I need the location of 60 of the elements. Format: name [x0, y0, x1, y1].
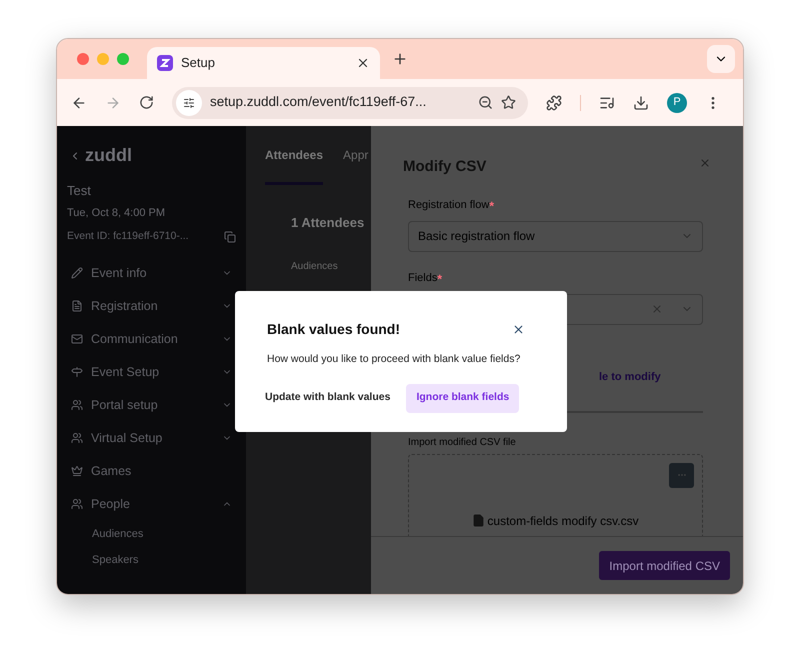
select-value: Basic registration flow — [418, 228, 536, 245]
site-settings-icon[interactable] — [176, 90, 202, 116]
logo-text: zuddl — [85, 144, 132, 167]
sidebar-item[interactable]: People — [61, 488, 242, 521]
crown-icon — [71, 465, 83, 478]
sidebar-item[interactable]: Games — [61, 454, 242, 488]
filter-label: Audiences — [291, 260, 339, 274]
dialog-message: How would you like to proceed with blank value fields? — [267, 352, 522, 367]
field-label: Fields — [408, 270, 438, 286]
dialog-title: Blank values found! — [267, 320, 402, 339]
field-label: Registration flow — [408, 198, 490, 212]
required-mark: * — [489, 198, 494, 214]
users-icon — [71, 432, 83, 444]
address-bar[interactable]: setup.zuddl.com/event/fc119eff-67... — [172, 86, 528, 118]
sidebar-subitem[interactable]: Speakers — [61, 546, 242, 573]
drawer-title: Modify CSV — [403, 157, 488, 177]
users-icon — [71, 399, 83, 412]
tab[interactable]: Attendees — [265, 146, 324, 185]
sidebar-item[interactable]: Portal setup — [61, 388, 242, 422]
event-id: Event ID: fc119eff-6710-... — [67, 229, 190, 244]
users-icon — [71, 498, 83, 510]
app-logo-icon — [157, 55, 173, 71]
signpost-icon — [71, 366, 83, 378]
sidebar-item[interactable]: Virtual Setup — [61, 422, 242, 455]
close-tab-icon[interactable] — [356, 56, 370, 70]
template-link[interactable]: le to modify — [599, 368, 703, 385]
attendee-count: 1 Attendees — [291, 214, 366, 232]
event-date: Tue, Oct 8, 4:00 PM — [66, 206, 166, 220]
form-icon — [71, 300, 83, 312]
pencil-icon — [71, 267, 83, 280]
copy-icon[interactable] — [224, 230, 236, 243]
download-icon[interactable] — [633, 94, 649, 110]
media-icon[interactable] — [599, 94, 615, 110]
sidebar-item[interactable]: Communication — [61, 322, 242, 356]
zoom-icon[interactable] — [478, 95, 493, 110]
ignore-button[interactable]: Ignore blank fields — [406, 384, 520, 413]
tab-title: Setup — [181, 54, 216, 72]
mail-icon — [71, 333, 83, 346]
select-field[interactable]: Basic registration flow — [408, 220, 703, 252]
file-name: custom-fields modify csv.csv — [487, 512, 639, 530]
file-icon — [472, 514, 486, 528]
profile-avatar[interactable]: P — [667, 92, 687, 112]
new-tab-icon[interactable] — [392, 51, 408, 67]
required-mark: * — [437, 270, 442, 288]
upload-label: Import modified CSV file — [408, 436, 517, 450]
sidebar-item[interactable]: Event info — [61, 256, 242, 290]
event-name: Test — [66, 182, 92, 200]
close-icon[interactable] — [512, 323, 525, 336]
back-icon[interactable] — [71, 94, 87, 110]
sidebar-subitem[interactable]: Audiences — [61, 520, 242, 547]
tab[interactable]: Appr — [343, 146, 368, 185]
sidebar-item[interactable]: Event Setup — [61, 356, 242, 389]
browser-tab[interactable]: Setup — [147, 47, 380, 79]
reload-icon[interactable] — [139, 95, 154, 110]
bookmark-star-icon[interactable] — [501, 95, 516, 110]
upload-dropzone[interactable]: custom-fields modify csv.csv — [408, 454, 703, 536]
sidebar-item[interactable]: Registration — [61, 290, 242, 323]
url-text: setup.zuddl.com/event/fc119eff-67... — [210, 93, 428, 112]
import-button[interactable]: Import modified CSV — [599, 551, 730, 580]
extensions-icon[interactable] — [546, 94, 562, 110]
